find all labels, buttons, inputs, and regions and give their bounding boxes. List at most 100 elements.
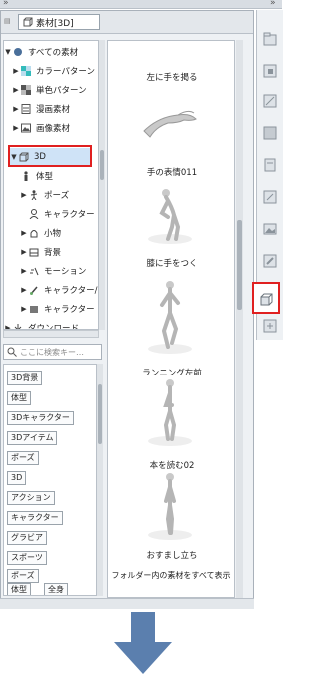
mono-pattern-category-icon[interactable] <box>259 90 281 112</box>
search-icon <box>7 347 17 357</box>
tree-item-label: カラーパターン <box>36 67 95 77</box>
material-thumbnail <box>138 469 202 543</box>
tag-list-scrollbar[interactable] <box>97 364 103 596</box>
tag-chip[interactable]: 体型 <box>7 391 31 405</box>
tree-item-label: キャラクター/ <box>44 286 98 296</box>
expand-right-icon[interactable]: ▶ <box>20 305 28 313</box>
tree-item-all[interactable]: ▼ すべての素材 <box>4 43 96 61</box>
material-thumbnail <box>138 87 202 151</box>
material-grid-scrollbar[interactable] <box>236 40 243 598</box>
body-type-icon <box>21 171 33 181</box>
pose-figure-icon <box>29 190 41 201</box>
tree-item-label: 背景 <box>44 248 62 258</box>
tree-item-label: すべての素材 <box>28 48 79 58</box>
brush-category-icon[interactable] <box>259 250 281 272</box>
tree-item-character-parts[interactable]: ▶ キャラクター/ <box>20 281 98 299</box>
tag-chip[interactable]: 3Dキャラクター <box>7 411 74 425</box>
tree-item-props[interactable]: ▶ 小物 <box>20 224 98 242</box>
panel-top-strip: » » <box>0 0 282 9</box>
tag-chip[interactable]: アクション <box>7 491 55 505</box>
collapse-right-icon[interactable]: » <box>270 0 276 8</box>
tree-item-label: ダウンロード <box>28 324 80 330</box>
scrollbar-thumb[interactable] <box>237 220 242 310</box>
globe-icon <box>13 47 25 57</box>
expand-right-icon[interactable]: ▶ <box>20 248 28 256</box>
tree-item-image[interactable]: ▶ 画像素材 <box>12 119 98 137</box>
pose-category-icon[interactable] <box>259 315 281 337</box>
expand-right-icon[interactable]: ▶ <box>20 191 28 199</box>
tree-item-label: 体型 <box>36 172 54 182</box>
search-placeholder: ここに検索キー… <box>20 347 84 357</box>
tree-item-mono-pattern[interactable]: ▶ 単色パターン <box>12 81 98 99</box>
tree-item-label: 小物 <box>44 229 62 239</box>
tag-chip[interactable]: 体型 <box>7 583 31 595</box>
tab-material-3d[interactable]: 素材[3D] <box>18 14 100 30</box>
mono-pattern-icon <box>21 85 33 95</box>
material-label: 手の表情011 <box>146 168 198 178</box>
material-folder-icon[interactable] <box>259 28 281 50</box>
expand-right-icon[interactable]: ▶ <box>12 124 20 132</box>
3d-category-button[interactable] <box>252 282 280 314</box>
panel-resize-grip[interactable] <box>0 598 254 609</box>
tree-scrollbar[interactable] <box>99 40 105 330</box>
tree-item-pose[interactable]: ▶ ポーズ <box>20 186 98 204</box>
tag-chip[interactable]: ポーズ <box>7 451 39 465</box>
material-label: おすまし立ち <box>146 551 198 561</box>
material-thumbnail <box>138 183 202 247</box>
expand-right-icon[interactable]: ▶ <box>12 86 20 94</box>
tag-chip[interactable]: 3D <box>7 471 27 485</box>
tree-horizontal-scrollbar[interactable] <box>3 330 99 338</box>
tree-item-character[interactable]: キャラクター <box>28 205 98 223</box>
manga-category-icon[interactable] <box>259 154 281 176</box>
motion-icon <box>29 266 41 276</box>
download-icon <box>13 323 25 329</box>
scrollbar-thumb[interactable] <box>98 384 102 444</box>
tree-item-label: 単色パターン <box>36 86 87 96</box>
scrollbar-thumb[interactable] <box>100 150 104 180</box>
material-tree: ▼ すべての素材 ▶ カラーパターン ▶ 単色パターン ▶ 漫画素材 ▶ 画像素… <box>3 40 99 330</box>
tag-chip[interactable]: ポーズ <box>7 569 39 583</box>
tree-item-body-type[interactable]: 体型 <box>20 167 98 185</box>
tree-item-character-2[interactable]: ▶ キャラクター <box>20 300 98 318</box>
tree-item-label: キャラクター <box>44 210 95 220</box>
expand-right-icon[interactable]: ▶ <box>20 286 28 294</box>
tag-search-input[interactable]: ここに検索キー… <box>3 344 102 360</box>
expand-right-icon[interactable]: ▶ <box>12 67 20 75</box>
tree-item-color-pattern[interactable]: ▶ カラーパターン <box>12 62 98 80</box>
material-label: 左に手を掲る <box>146 73 198 83</box>
cube-icon <box>23 17 33 27</box>
tree-item-download[interactable]: ▶ ダウンロード <box>4 319 96 330</box>
effect-category-icon[interactable] <box>259 186 281 208</box>
tree-item-label: ポーズ <box>44 191 70 201</box>
tab-label: 素材[3D] <box>36 18 74 29</box>
image-icon <box>21 123 33 133</box>
brush-icon <box>29 285 41 295</box>
show-all-materials-link[interactable]: フォルダー内の素材をすべて表示 <box>107 570 235 581</box>
image-category-icon[interactable] <box>259 218 281 240</box>
screentone-category-icon[interactable] <box>259 122 281 144</box>
highlight-3d-folder <box>8 145 92 167</box>
cube-3d-icon <box>260 293 273 306</box>
manga-page-icon <box>21 104 33 114</box>
tree-item-manga[interactable]: ▶ 漫画素材 <box>12 100 98 118</box>
color-pattern-category-icon[interactable] <box>259 60 281 82</box>
tree-item-background[interactable]: ▶ 背景 <box>20 243 98 261</box>
expand-down-icon[interactable]: ▼ <box>4 48 12 56</box>
color-pattern-icon <box>21 66 33 76</box>
panel-menu-icon[interactable]: ▤ <box>4 17 11 25</box>
collapse-left-icon[interactable]: » <box>3 0 9 8</box>
tag-chip[interactable]: 3Dアイテム <box>7 431 58 445</box>
tag-chip[interactable]: グラビア <box>7 531 47 545</box>
tag-chip[interactable]: スポーツ <box>7 551 47 565</box>
tree-item-motion[interactable]: ▶ モーション <box>20 262 98 280</box>
tag-chip[interactable]: キャラクター <box>7 511 63 525</box>
tree-item-label: モーション <box>44 267 87 277</box>
expand-right-icon[interactable]: ▶ <box>20 267 28 275</box>
prop-item-icon <box>29 228 41 238</box>
expand-right-icon[interactable]: ▶ <box>12 105 20 113</box>
expand-right-icon[interactable]: ▶ <box>20 229 28 237</box>
tag-chip[interactable]: 全身 <box>44 583 68 595</box>
tag-chip[interactable]: 3D背景 <box>7 371 43 385</box>
material-label: 膝に手をつく <box>146 259 198 269</box>
tree-item-label: 漫画素材 <box>36 105 71 115</box>
